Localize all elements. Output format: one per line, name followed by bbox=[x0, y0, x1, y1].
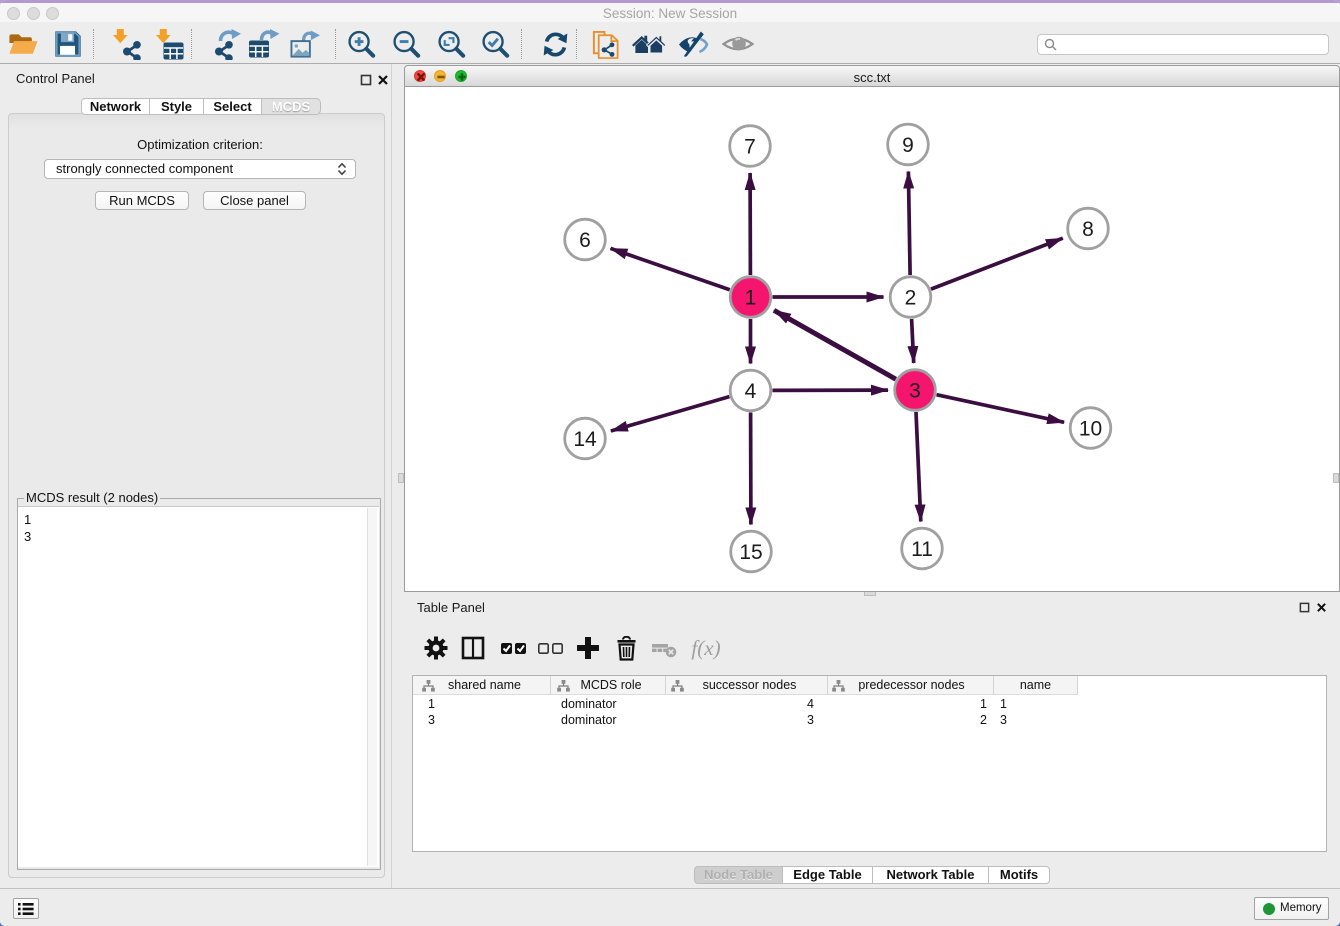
svg-text:9: 9 bbox=[902, 134, 914, 157]
svg-text:4: 4 bbox=[745, 380, 757, 403]
svg-text:3: 3 bbox=[909, 380, 921, 403]
svg-text:1: 1 bbox=[745, 287, 757, 310]
svg-text:11: 11 bbox=[911, 538, 933, 561]
svg-text:6: 6 bbox=[579, 229, 591, 252]
svg-text:8: 8 bbox=[1082, 218, 1094, 241]
svg-text:14: 14 bbox=[573, 428, 597, 451]
svg-text:10: 10 bbox=[1079, 418, 1102, 441]
svg-text:15: 15 bbox=[739, 541, 762, 564]
svg-text:2: 2 bbox=[905, 287, 917, 310]
svg-text:7: 7 bbox=[744, 136, 756, 159]
